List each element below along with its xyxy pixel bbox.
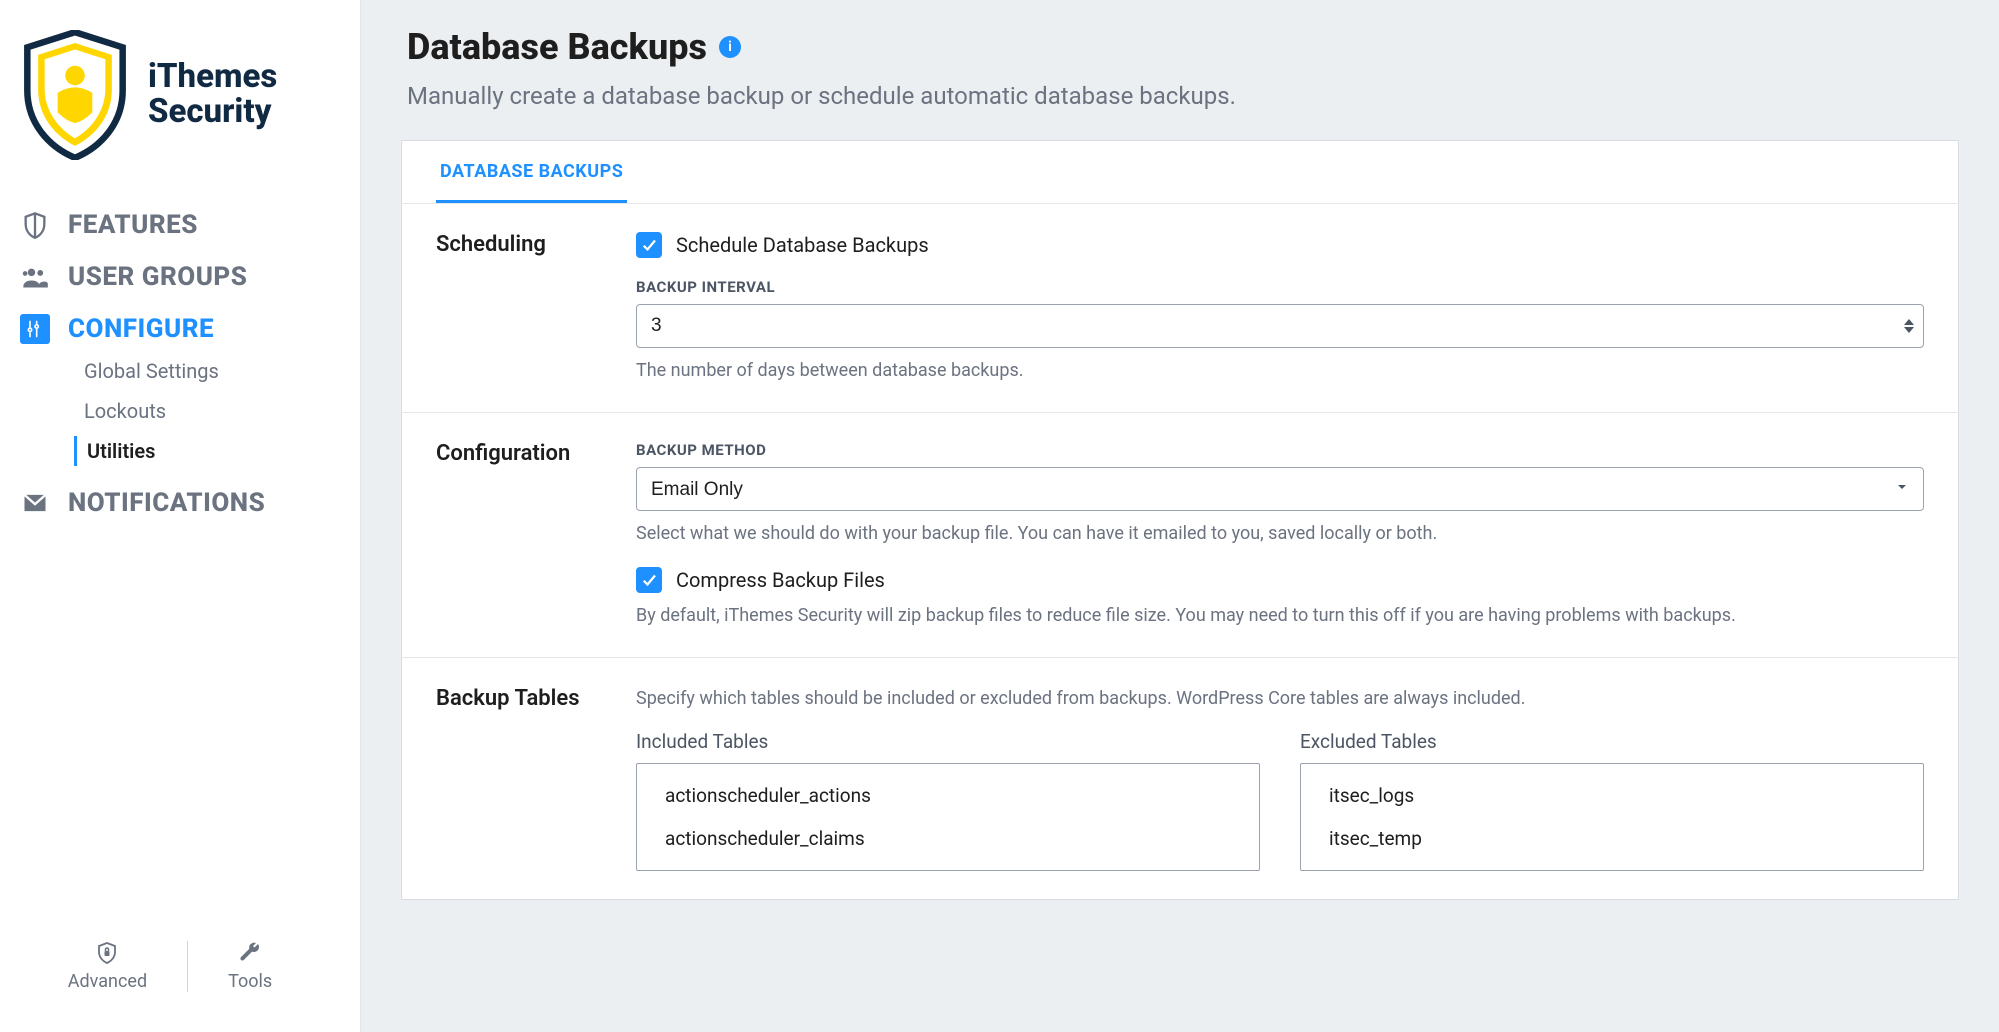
table-item[interactable]: actionscheduler_actions xyxy=(637,774,1259,817)
nav-configure[interactable]: CONFIGURE xyxy=(20,314,360,344)
section-configuration: Configuration BACKUP METHOD Email Only S… xyxy=(402,413,1958,658)
checkbox-compress-label: Compress Backup Files xyxy=(676,568,885,592)
page-subtitle: Manually create a database backup or sch… xyxy=(407,82,1959,110)
page-header: Database Backups i Manually create a dat… xyxy=(407,26,1959,110)
backup-method-help: Select what we should do with your backu… xyxy=(636,521,1924,547)
checkbox-compress[interactable] xyxy=(636,567,662,593)
backup-interval-help: The number of days between database back… xyxy=(636,358,1924,384)
table-item[interactable]: itsec_logs xyxy=(1301,774,1923,817)
nav-features-label: FEATURES xyxy=(68,210,198,240)
section-scheduling: Scheduling Schedule Database Backups BAC… xyxy=(402,204,1958,413)
main-content: Database Backups i Manually create a dat… xyxy=(360,0,1999,1032)
excluded-tables-col: Excluded Tables itsec_logs itsec_temp xyxy=(1300,730,1924,871)
included-tables-list[interactable]: actionscheduler_actions actionscheduler_… xyxy=(636,763,1260,871)
section-scheduling-label: Scheduling xyxy=(436,232,636,384)
nav-notifications[interactable]: NOTIFICATIONS xyxy=(20,488,360,518)
brand-logo: iThemes Security xyxy=(20,20,360,190)
footer-advanced-label: Advanced xyxy=(68,971,147,992)
footer-divider xyxy=(187,941,188,992)
shield-outline-icon xyxy=(20,210,50,240)
check-icon xyxy=(640,236,658,254)
nav-notifications-label: NOTIFICATIONS xyxy=(68,488,265,518)
section-configuration-label: Configuration xyxy=(436,441,636,629)
section-backup-tables-label: Backup Tables xyxy=(436,686,636,871)
shield-icon xyxy=(20,30,130,160)
page-title: Database Backups xyxy=(407,26,707,68)
tab-database-backups[interactable]: DATABASE BACKUPS xyxy=(436,141,627,203)
sliders-icon xyxy=(20,314,50,344)
info-icon[interactable]: i xyxy=(719,36,741,58)
settings-card: DATABASE BACKUPS Scheduling Schedule Dat… xyxy=(401,140,1959,900)
subnav-global-settings[interactable]: Global Settings xyxy=(74,356,360,386)
configure-subnav: Global Settings Lockouts Utilities xyxy=(74,356,360,466)
footer-tools[interactable]: Tools xyxy=(228,941,272,992)
sidebar-footer: Advanced Tools xyxy=(20,941,360,992)
nav-configure-label: CONFIGURE xyxy=(68,314,214,344)
brand-text: iThemes Security xyxy=(148,60,277,129)
backup-method-label: BACKUP METHOD xyxy=(636,441,1924,459)
subnav-utilities[interactable]: Utilities xyxy=(74,436,360,466)
nav-user-groups[interactable]: USER GROUPS xyxy=(20,262,360,292)
nav-features[interactable]: FEATURES xyxy=(20,210,360,240)
lock-shield-icon xyxy=(95,941,119,965)
brand-line1: iThemes xyxy=(148,60,277,95)
users-icon xyxy=(20,262,50,292)
backup-tables-help: Specify which tables should be included … xyxy=(636,686,1924,712)
included-tables-col: Included Tables actionscheduler_actions … xyxy=(636,730,1260,871)
main-nav: FEATURES USER GROUPS CONFIGURE Global Se… xyxy=(20,210,360,518)
backup-interval-input[interactable] xyxy=(636,304,1924,348)
nav-user-groups-label: USER GROUPS xyxy=(68,262,247,292)
included-tables-header: Included Tables xyxy=(636,730,1260,753)
table-item[interactable]: actionscheduler_claims xyxy=(637,817,1259,860)
table-item[interactable]: itsec_temp xyxy=(1301,817,1923,860)
compress-help: By default, iThemes Security will zip ba… xyxy=(636,603,1924,629)
tabs: DATABASE BACKUPS xyxy=(402,141,1958,204)
check-icon xyxy=(640,571,658,589)
checkbox-schedule-backups[interactable] xyxy=(636,232,662,258)
excluded-tables-header: Excluded Tables xyxy=(1300,730,1924,753)
checkbox-schedule-backups-label: Schedule Database Backups xyxy=(676,233,929,257)
sidebar: iThemes Security FEATURES USER GROUPS CO… xyxy=(0,0,360,1032)
brand-line2: Security xyxy=(148,95,277,130)
subnav-lockouts[interactable]: Lockouts xyxy=(74,396,360,426)
backup-interval-label: BACKUP INTERVAL xyxy=(636,278,1924,296)
wrench-icon xyxy=(238,941,262,965)
section-backup-tables: Backup Tables Specify which tables shoul… xyxy=(402,658,1958,899)
footer-tools-label: Tools xyxy=(228,971,272,992)
backup-method-select[interactable]: Email Only xyxy=(636,467,1924,511)
mail-icon xyxy=(20,488,50,518)
excluded-tables-list[interactable]: itsec_logs itsec_temp xyxy=(1300,763,1924,871)
footer-advanced[interactable]: Advanced xyxy=(68,941,147,992)
